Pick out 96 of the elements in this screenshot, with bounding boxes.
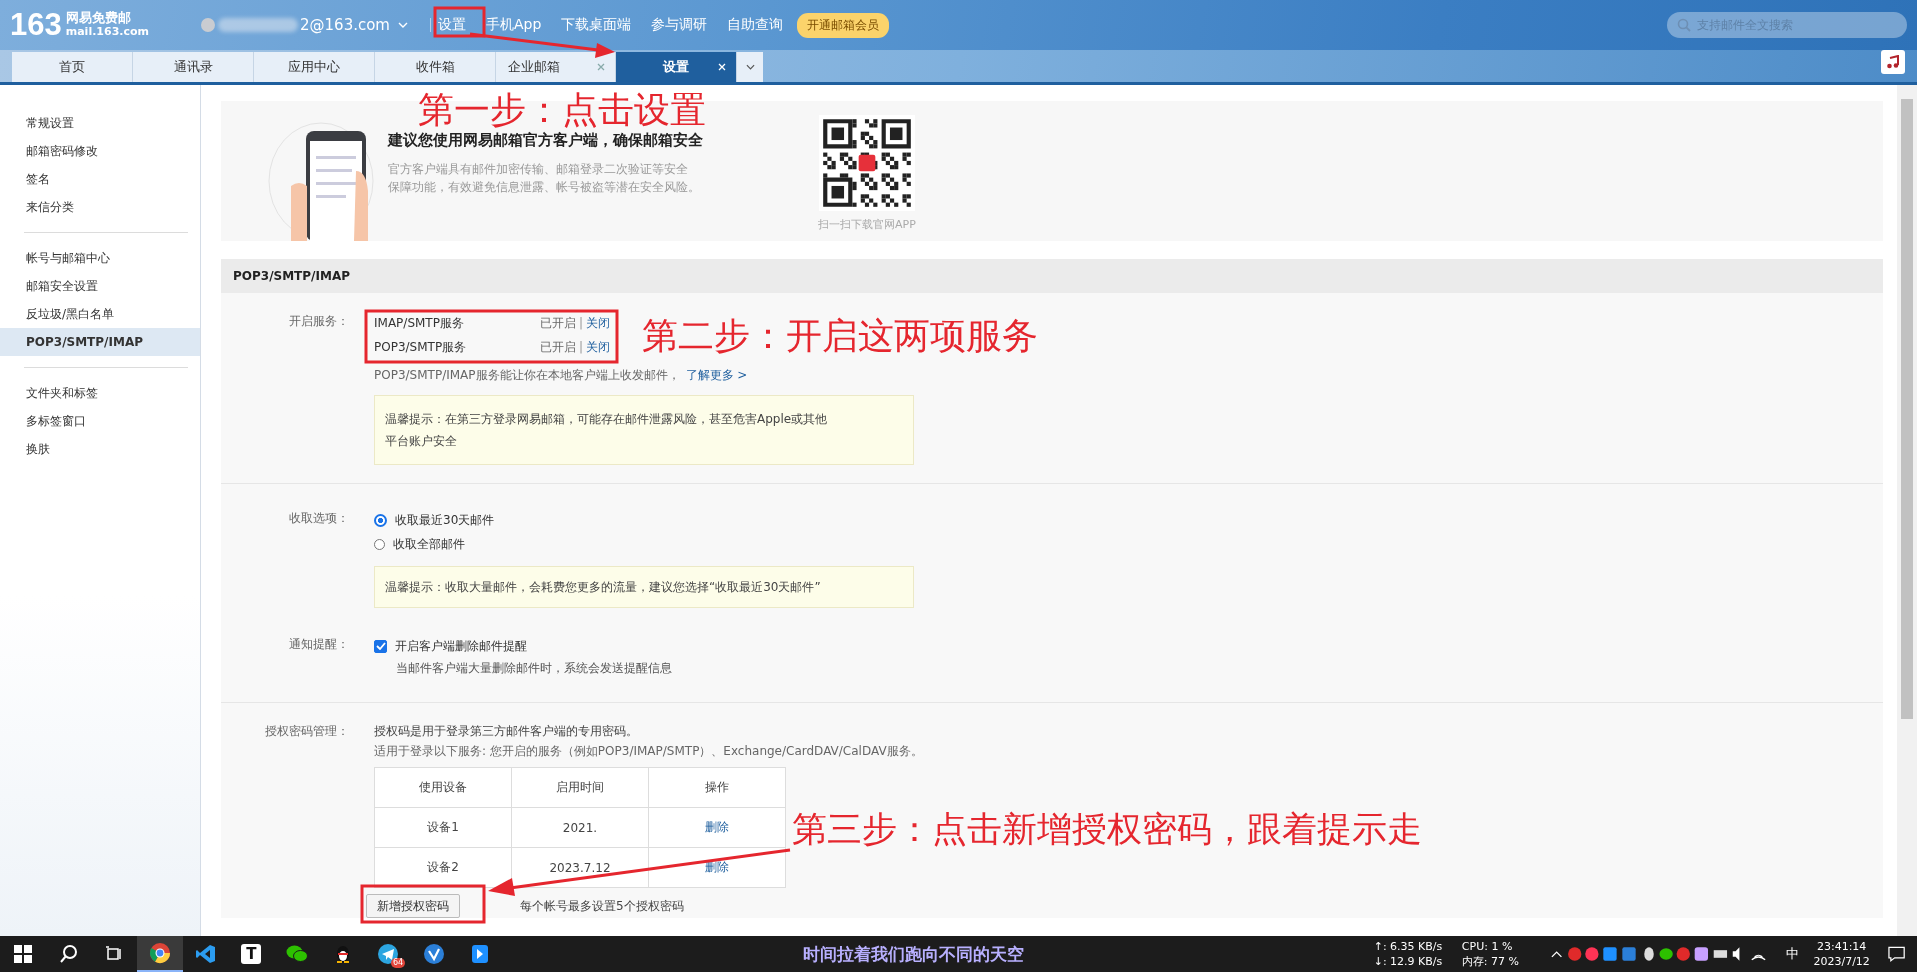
sidebar-item[interactable]: 文件夹和标签 [0,379,200,407]
learn-more-link[interactable]: 了解更多 > [685,368,748,382]
windows-icon [13,945,32,963]
checkbox-label: 开启客户端删除邮件提醒 [395,637,527,655]
vip-button[interactable]: 开通邮箱会员 [797,12,890,38]
memory-usage: 内存: 77 % [1461,954,1520,969]
sidebar-item[interactable]: 反垃圾/黑白名单 [0,300,200,328]
radio-button[interactable] [374,513,387,527]
browser-icon [148,942,171,964]
avatar-icon [200,17,216,33]
section-title: POP3/SMTP/IMAP [233,269,350,283]
field-label: 通知提醒： [288,636,349,653]
sidebar-item[interactable]: 邮箱密码修改 [0,137,200,165]
app-letter-icon: T [241,944,262,964]
notification-icon[interactable] [1887,946,1905,962]
service-name: IMAP/SMTP服务 [374,314,465,332]
clock-date: 2023/7/12 [1813,954,1870,969]
sidebar-item[interactable]: 签名 [0,165,200,193]
scrollbar[interactable] [1897,85,1917,936]
upload-speed: ↑: 6.35 KB/s [1373,939,1444,954]
service-note: POP3/SMTP/IMAP服务能让你在本地客户端上收发邮件， [374,368,680,382]
lyrics-text: 时间拉着我们跑向不同的天空 [802,942,1025,966]
logo-number: 163 [10,7,62,43]
radio-option[interactable]: 收取最近30天邮件 [374,508,914,532]
notify-note: 当邮件客户端大量删除邮件时，系统会发送提醒信息 [395,660,672,677]
separator: | [579,340,584,354]
column-header: 启用时间 [511,767,649,808]
table-cell: 2021. [511,807,649,848]
sidebar-item[interactable]: 常规设置 [0,109,200,137]
chevron-down-icon[interactable] [398,22,408,28]
search-icon [1677,18,1691,32]
radio-button[interactable] [374,538,385,550]
logo-domain: mail.163.com [65,25,150,39]
tab[interactable]: 通讯录 [133,52,254,82]
field-label: 收取选项： [288,510,349,527]
sidebar-item[interactable]: 帐号与邮箱中心 [0,244,200,272]
tab[interactable]: 首页 [12,52,133,82]
chat-bubbles-icon [285,944,308,964]
checkbox[interactable] [374,639,387,653]
table-cell: 设备1 [374,807,512,848]
bookmark-icon [470,944,489,964]
tip-text: 平台账户安全 [385,433,458,450]
cpu-usage: CPU: 1 % [1461,939,1514,954]
clock-time: 23:41:14 [1816,939,1867,954]
sidebar-item[interactable]: POP3/SMTP/IMAP [0,328,200,356]
sidebar-item[interactable]: 邮箱安全设置 [0,272,200,300]
field-label: 授权密码管理： [264,723,349,740]
tab[interactable]: 企业邮箱 [496,52,616,82]
service-status: 已开启 [540,314,576,332]
clock[interactable]: 23:41:14 2023/7/12 [1813,939,1870,969]
sidebar-item[interactable]: 多标签窗口 [0,407,200,435]
radio-option[interactable]: 收取全部邮件 [374,532,914,556]
taskbar-app[interactable]: 64 [365,936,412,972]
tip-text: 温馨提示：在第三方登录网易邮箱，可能存在邮件泄露风险，甚至危害Apple或其他 [385,411,829,428]
delete-link[interactable]: 删除 [648,807,786,848]
limit-note: 每个帐号最多设置5个授权密码 [520,897,684,915]
column-header: 操作 [648,767,786,808]
taskbar-app[interactable]: T [228,936,275,972]
add-password-button[interactable]: 新增授权密码 [366,894,460,918]
annotation-text: 第一步：点击设置 [418,92,706,128]
service-name: POP3/SMTP服务 [374,338,468,356]
music-note-icon [1886,55,1900,69]
download-speed: ↓: 12.9 KB/s [1373,954,1444,969]
field-label: 开启服务： [288,313,349,330]
tab[interactable]: 设置 [616,52,737,82]
annotation-text: 第二步：开启这两项服务 [642,318,1038,354]
close-service-link[interactable]: 关闭 [586,338,611,356]
separator: | [579,316,584,330]
auth-description: 适用于登录以下服务: 您开启的服务（例如POP3/IMAP/SMTP）、Exchange/CardDAV/CalDAV服务。 [374,743,923,760]
banner-description: 官方客户端具有邮件加密传输、邮箱登录二次验证等安全 [388,161,689,178]
taskbar-app[interactable] [137,936,183,972]
radio-label: 收取全部邮件 [393,535,465,553]
banner-description: 保障功能，有效避免信息泄露、帐号被盗等潜在安全风险。 [388,179,701,196]
tab[interactable]: 应用中心 [254,52,375,82]
tip-text: 温馨提示：收取大量邮件，会耗费您更多的流量，建议您选择“收取最近30天邮件” [385,579,822,596]
column-header: 使用设备 [374,767,512,808]
tab[interactable]: 收件箱 [375,52,496,82]
close-service-link[interactable]: 关闭 [586,314,611,332]
banner-title: 建议您使用网易邮箱官方客户端，确保邮箱安全 [388,131,704,150]
sidebar-item[interactable]: 来信分类 [0,193,200,221]
music-button[interactable] [1881,50,1905,74]
radio-label: 收取最近30天邮件 [395,511,495,529]
input-method-indicator[interactable]: 中 [1786,945,1800,963]
delete-link[interactable]: 删除 [648,847,786,888]
chevron-down-icon [745,64,755,70]
task-view-icon [105,946,124,962]
check-circle-icon [423,943,446,965]
service-status: 已开启 [540,338,576,356]
annotation-text: 第三步：点击新增授权密码，跟着提示走 [792,812,1422,847]
highlight-frame [433,6,486,38]
code-editor-icon [195,944,216,964]
notification-badge: 64 [391,958,406,968]
sidebar-item[interactable]: 换肤 [0,435,200,463]
auth-description: 授权码是用于登录第三方邮件客户端的专用密码。 [374,723,639,740]
search-icon [58,944,79,964]
logo-name: 网易免费邮 [65,11,132,25]
